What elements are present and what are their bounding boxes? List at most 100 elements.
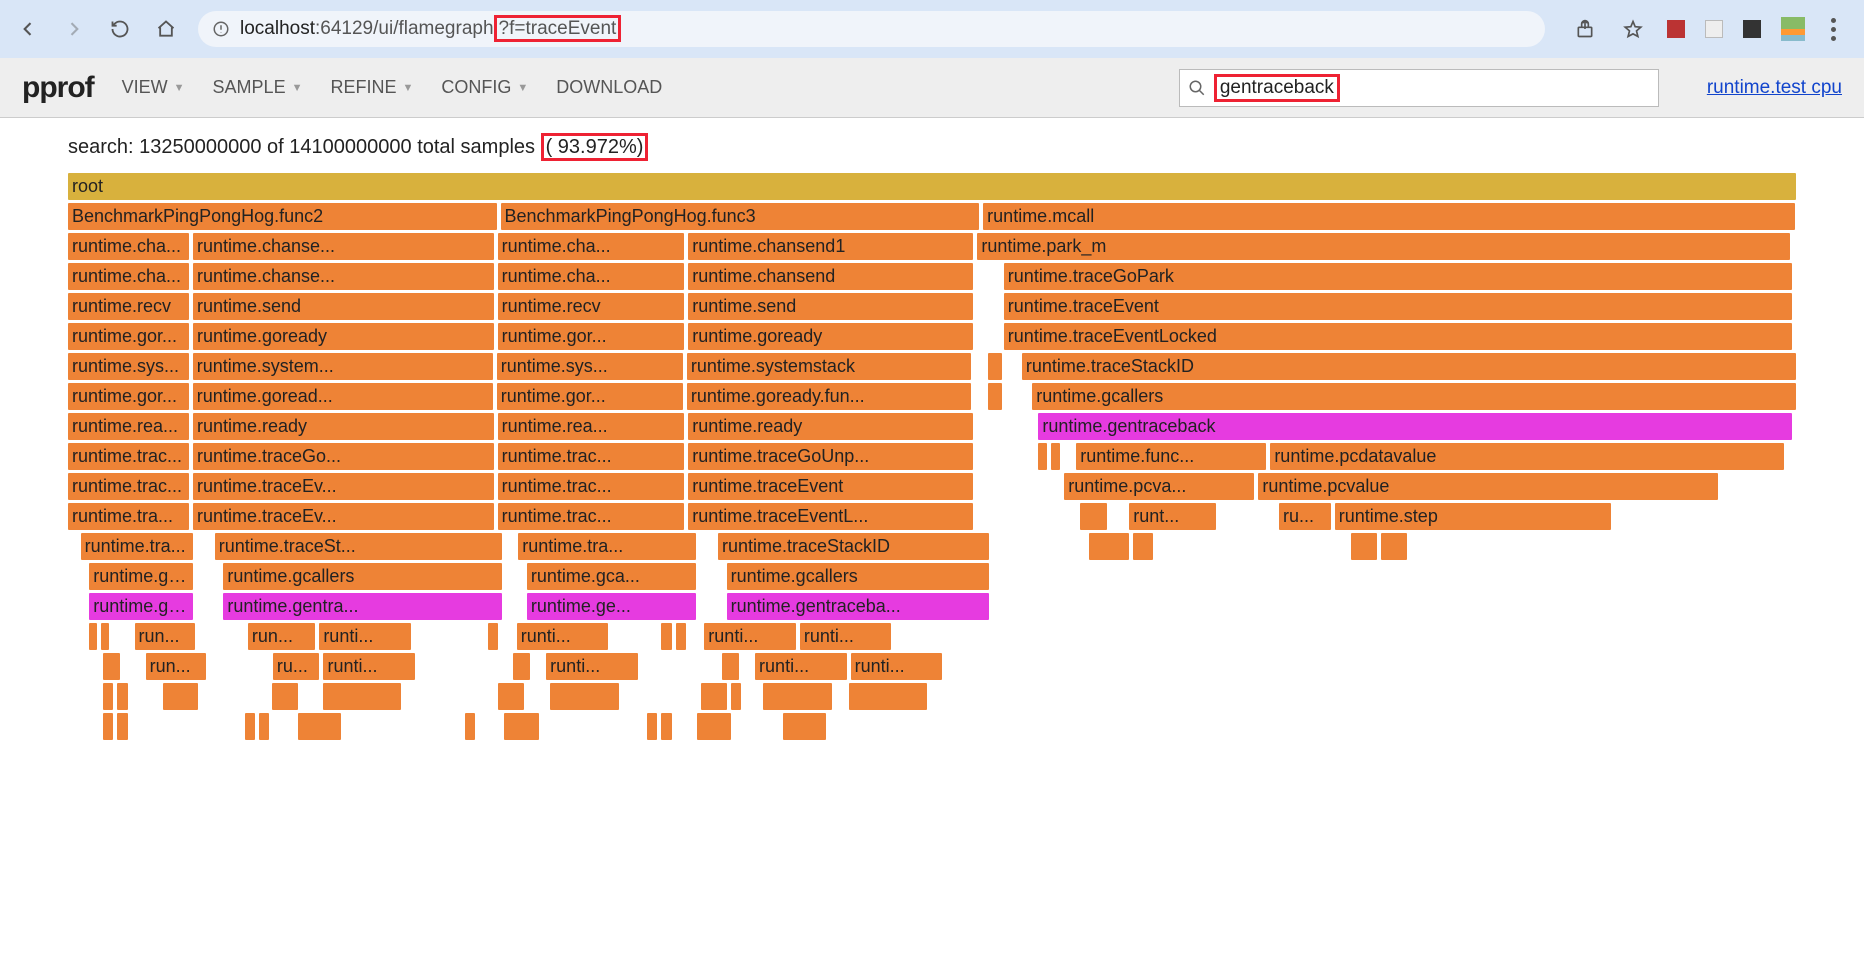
flame-frame[interactable]: runti... [704,623,796,650]
flame-frame[interactable] [697,713,732,740]
flame-frame[interactable]: runtime.gor... [497,383,683,410]
extension-1[interactable] [1667,20,1685,38]
flame-frame[interactable]: runtime.goready.fun... [687,383,971,410]
flame-frame[interactable] [101,623,109,650]
flame-frame[interactable]: runtime.trac... [498,503,685,530]
flame-frame[interactable]: runtime.tra... [81,533,193,560]
flame-frame[interactable] [763,683,832,710]
flame-frame[interactable]: run... [248,623,315,650]
flame-frame[interactable] [488,623,498,650]
flame-frame[interactable]: runtime.sys... [497,353,683,380]
address-bar[interactable]: localhost:64129/ui/flamegraph?f=traceEve… [198,11,1545,47]
search-input[interactable]: gentraceback [1179,69,1659,107]
flame-frame[interactable] [103,683,113,710]
flame-frame[interactable]: runtime.traceEvent [1004,293,1792,320]
flame-frame[interactable]: runtime.pcdatavalue [1270,443,1783,470]
flame-frame[interactable] [550,683,619,710]
flame-frame[interactable]: runtime.cha... [68,263,189,290]
flame-frame[interactable]: runtime.send [193,293,494,320]
flame-frame[interactable]: runtime.trac... [68,473,189,500]
flame-frame[interactable]: runtime.step [1335,503,1611,530]
flame-frame[interactable]: runtime.traceSt... [215,533,502,560]
download-link[interactable]: DOWNLOAD [556,77,662,98]
flame-frame[interactable] [988,383,1002,410]
flame-frame[interactable]: runtime.goready [193,323,494,350]
flame-frame[interactable]: runtime.ge... [527,593,696,620]
flame-frame[interactable]: run... [146,653,206,680]
flame-frame[interactable]: runtime.gcallers [727,563,990,590]
flame-frame[interactable] [103,653,120,680]
flame-frame[interactable]: runtime.traceStackID [718,533,989,560]
flame-frame[interactable]: runtime.cha... [498,263,685,290]
flame-frame[interactable]: runtime.chanse... [193,233,494,260]
flame-frame[interactable] [1133,533,1154,560]
flame-frame[interactable]: runtime.goready [688,323,973,350]
menu-config[interactable]: CONFIG▼ [441,77,528,98]
flame-frame[interactable] [513,653,530,680]
flame-frame[interactable]: ru... [1279,503,1331,530]
flame-frame[interactable]: runtime.pcvalue [1258,473,1718,500]
share-icon[interactable] [1571,15,1599,43]
flame-frame[interactable] [1089,533,1129,560]
flame-frame[interactable]: runtime.rea... [68,413,189,440]
flame-frame[interactable]: runtime.traceEvent [688,473,973,500]
flame-frame[interactable]: run... [135,623,195,650]
flame-frame[interactable] [1351,533,1377,560]
flame-frame[interactable]: runtime.goread... [193,383,493,410]
back-button[interactable] [14,15,42,43]
flame-frame[interactable] [661,713,671,740]
flame-frame[interactable]: runtime.gor... [68,383,189,410]
flame-frame[interactable]: runtime.rea... [498,413,685,440]
flame-frame[interactable]: runtime.gca... [527,563,696,590]
flame-frame[interactable]: runtime.gcallers [1032,383,1796,410]
flame-frame[interactable] [676,623,686,650]
flame-frame[interactable]: runt... [1129,503,1215,530]
flame-frame[interactable]: runtime.traceEventLocked [1004,323,1792,350]
flame-frame[interactable]: runtime.mcall [983,203,1795,230]
reload-button[interactable] [106,15,134,43]
flame-frame[interactable]: runtime.traceGoUnp... [688,443,973,470]
menu-view[interactable]: VIEW▼ [122,77,185,98]
flame-frame[interactable] [117,713,127,740]
flame-frame[interactable] [103,713,113,740]
flame-frame[interactable]: runtime.gentraceba... [727,593,990,620]
overflow-menu-icon[interactable] [1825,18,1842,41]
flame-frame[interactable]: runtime.traceGo... [193,443,494,470]
flame-frame[interactable] [323,683,401,710]
flame-frame[interactable]: runtime.trac... [498,473,685,500]
flame-frame[interactable]: runti... [800,623,892,650]
flame-frame[interactable]: runtime.ready [688,413,973,440]
flame-frame[interactable]: runtime.trac... [68,443,189,470]
flame-frame[interactable]: runtime.park_m [977,233,1789,260]
flame-frame[interactable]: runtime.traceStackID [1022,353,1796,380]
flame-frame[interactable] [498,683,524,710]
flame-frame[interactable]: runtime.func... [1076,443,1266,470]
menu-refine[interactable]: REFINE▼ [330,77,413,98]
flame-frame[interactable]: root [68,173,1796,200]
flame-frame[interactable] [661,623,671,650]
profile-name-link[interactable]: runtime.test cpu [1707,77,1842,99]
flame-frame[interactable]: runtime.ready [193,413,494,440]
flame-frame[interactable]: runtime.trac... [498,443,685,470]
extension-2[interactable] [1705,20,1723,38]
flame-frame[interactable]: runtime.gor... [498,323,685,350]
flame-frame[interactable]: runtime.traceGoPark [1004,263,1792,290]
flame-frame[interactable] [647,713,657,740]
flame-frame[interactable] [722,653,739,680]
flame-frame[interactable]: runtime.ge... [89,593,193,620]
flame-frame[interactable] [272,683,298,710]
flame-frame[interactable]: runtime.tra... [68,503,189,530]
flame-frame[interactable] [259,713,269,740]
flame-frame[interactable] [245,713,255,740]
flame-frame[interactable]: runtime.system... [193,353,493,380]
flame-frame[interactable]: runti... [546,653,638,680]
profile-avatar[interactable] [1781,17,1805,41]
flame-frame[interactable]: runti... [755,653,847,680]
star-icon[interactable] [1619,15,1647,43]
flame-frame[interactable] [89,623,97,650]
flame-frame[interactable] [504,713,539,740]
flame-frame[interactable]: runtime.gc... [89,563,193,590]
flame-frame[interactable] [731,683,741,710]
flame-frame[interactable]: runtime.gentraceback [1038,413,1791,440]
flame-frame[interactable]: runtime.chansend [688,263,973,290]
